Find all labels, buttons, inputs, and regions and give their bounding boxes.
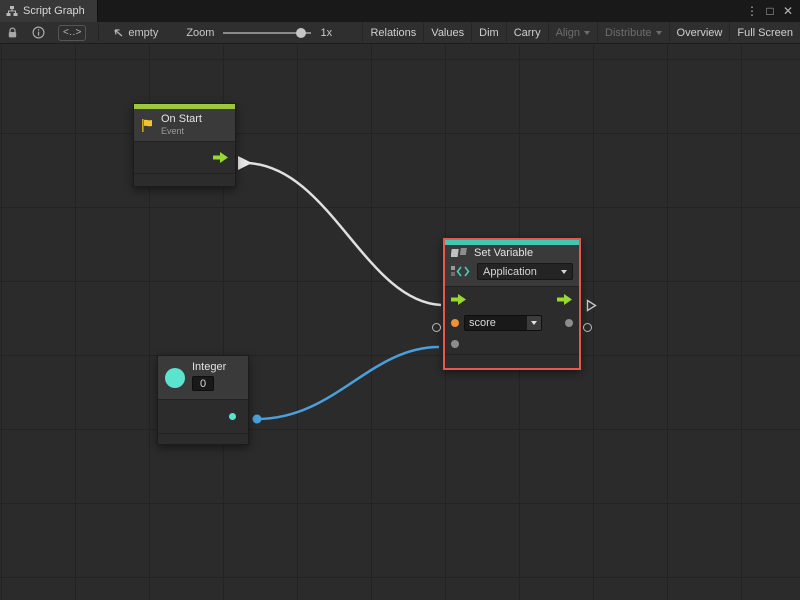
integer-value-field[interactable]: 0 bbox=[192, 376, 214, 391]
flow-connection[interactable] bbox=[247, 163, 441, 305]
flag-icon bbox=[140, 118, 155, 133]
flow-output-port[interactable] bbox=[557, 294, 573, 305]
lock-icon[interactable] bbox=[0, 22, 25, 44]
node-title: On Start bbox=[161, 113, 202, 125]
script-graph-window: Script Graph ⋮ □ ✕ <‥> empty Zoom 1 bbox=[0, 0, 800, 600]
title-bar: Script Graph ⋮ □ ✕ bbox=[0, 0, 800, 22]
unconnected-port-icon[interactable] bbox=[583, 323, 592, 332]
zoom-label: Zoom bbox=[186, 27, 214, 39]
connections-layer bbox=[0, 44, 800, 600]
chevron-down-icon bbox=[656, 31, 662, 35]
variable-scope-icon bbox=[451, 265, 471, 278]
name-input-port[interactable] bbox=[451, 319, 459, 327]
integer-output-port[interactable] bbox=[229, 413, 236, 420]
toolbar: <‥> empty Zoom 1x Relations Values Dim C… bbox=[0, 22, 800, 44]
tab-title: Script Graph bbox=[23, 5, 85, 17]
zoom-value: 1x bbox=[320, 27, 332, 39]
maximize-icon[interactable]: □ bbox=[762, 0, 778, 22]
flow-output-port[interactable] bbox=[213, 152, 229, 163]
value-connection[interactable] bbox=[257, 347, 439, 419]
align-button[interactable]: Align bbox=[548, 22, 597, 44]
info-icon[interactable] bbox=[25, 22, 52, 44]
zoom-slider[interactable] bbox=[223, 32, 311, 34]
flow-input-port[interactable] bbox=[451, 294, 467, 305]
toolbar-separator bbox=[98, 25, 99, 41]
window-controls: ⋮ □ ✕ bbox=[744, 0, 800, 22]
code-preview-icon[interactable]: <‥> bbox=[58, 25, 86, 41]
tab-script-graph[interactable]: Script Graph bbox=[0, 0, 98, 22]
variable-name-value: score bbox=[465, 316, 527, 330]
value-input-port[interactable] bbox=[451, 340, 459, 348]
graph-breadcrumb[interactable]: empty bbox=[105, 27, 164, 39]
node-subtitle: Event bbox=[161, 125, 202, 137]
node-title: Set Variable bbox=[474, 247, 533, 259]
graph-canvas[interactable]: On Start Event Set Variable bbox=[0, 44, 800, 600]
chevron-down-icon bbox=[561, 270, 567, 274]
integer-type-icon bbox=[165, 368, 185, 388]
unconnected-port-icon[interactable] bbox=[432, 323, 441, 332]
node-on-start[interactable]: On Start Event bbox=[133, 103, 236, 187]
overview-button[interactable]: Overview bbox=[669, 22, 730, 44]
relations-button[interactable]: Relations bbox=[362, 22, 423, 44]
variables-icon bbox=[451, 247, 468, 259]
values-button[interactable]: Values bbox=[423, 22, 471, 44]
breadcrumb-label: empty bbox=[128, 27, 158, 39]
carry-button[interactable]: Carry bbox=[506, 22, 548, 44]
zoom-control: Zoom 1x bbox=[186, 27, 332, 39]
menu-icon[interactable]: ⋮ bbox=[744, 0, 760, 22]
value-output-port[interactable] bbox=[565, 319, 573, 327]
distribute-button[interactable]: Distribute bbox=[597, 22, 668, 44]
zoom-slider-handle[interactable] bbox=[296, 28, 306, 38]
node-integer[interactable]: Integer 0 bbox=[157, 355, 249, 445]
close-icon[interactable]: ✕ bbox=[780, 0, 796, 22]
node-set-variable[interactable]: Set Variable Application bbox=[443, 238, 581, 370]
variable-name-dropdown[interactable]: score bbox=[464, 315, 542, 331]
unconnected-flow-icon[interactable] bbox=[586, 299, 597, 312]
chevron-down-icon bbox=[584, 31, 590, 35]
value-connection-dot-icon bbox=[253, 415, 262, 424]
flow-connection-arrow-icon bbox=[238, 156, 252, 170]
scope-dropdown[interactable]: Application bbox=[477, 263, 573, 280]
fullscreen-button[interactable]: Full Screen bbox=[729, 22, 800, 44]
graph-pointer-icon bbox=[111, 27, 124, 38]
node-title: Integer bbox=[192, 361, 226, 373]
scope-dropdown-value: Application bbox=[483, 266, 537, 278]
dim-button[interactable]: Dim bbox=[471, 22, 506, 44]
toolbar-buttons: Relations Values Dim Carry Align Distrib… bbox=[362, 22, 800, 44]
graph-icon bbox=[6, 5, 18, 17]
chevron-down-icon bbox=[527, 316, 541, 330]
